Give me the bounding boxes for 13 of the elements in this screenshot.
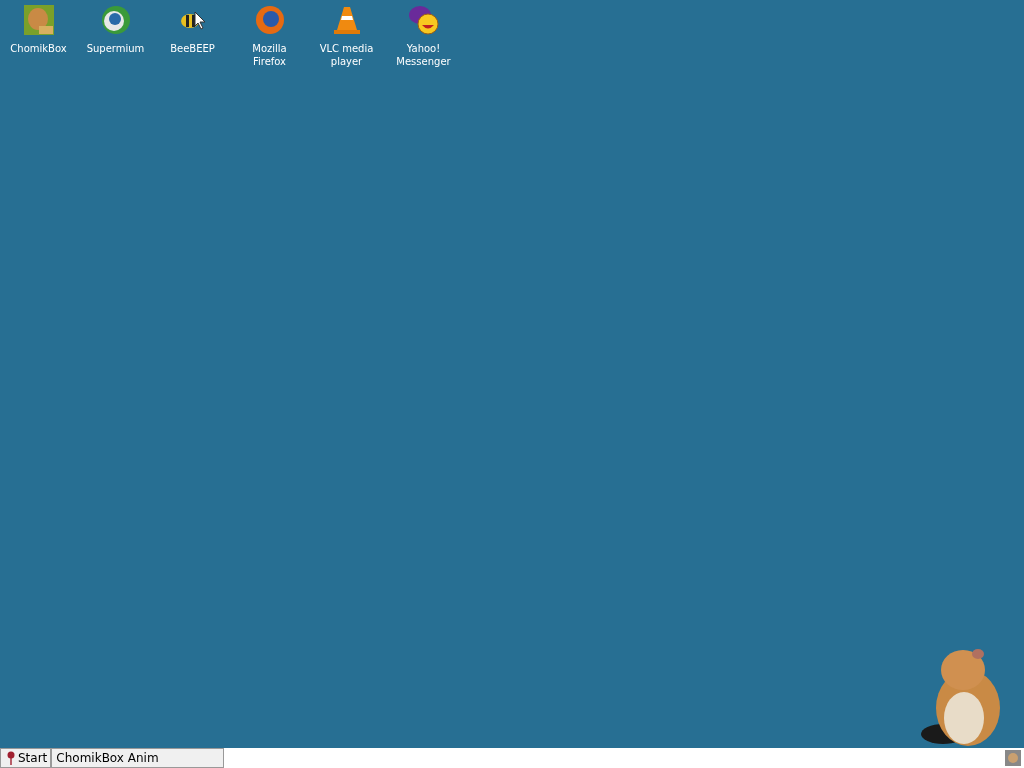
desktop-icon-label[interactable]: BeeBEEP <box>157 42 228 55</box>
smiley-icon <box>407 4 440 36</box>
desktop-icon-label[interactable]: Supermium <box>80 42 151 55</box>
globe-icon <box>99 4 132 36</box>
desktop-icon-label[interactable]: Yahoo! Messenger <box>388 42 459 68</box>
pin-icon <box>7 751 15 765</box>
desktop-icon-label[interactable]: VLC media player <box>311 42 382 68</box>
desktop-icon-label[interactable]: ChomikBox <box>3 42 74 55</box>
desktop-icon-label[interactable]: Mozilla Firefox <box>234 42 305 68</box>
start-button[interactable]: Start <box>0 748 52 768</box>
tray-icon <box>1005 750 1021 766</box>
taskbar-button[interactable]: ChomikBox Anim <box>51 748 225 768</box>
hamster-icon <box>22 4 55 36</box>
